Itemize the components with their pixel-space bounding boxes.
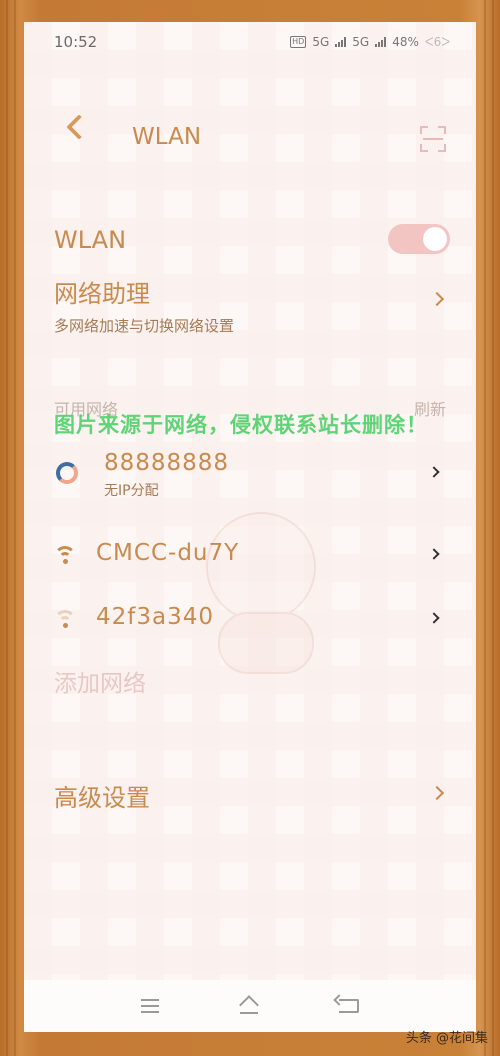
back-icon[interactable]: [339, 999, 359, 1013]
status-time: 10:52: [54, 33, 98, 51]
status-icons: HD 5G 5G 48% ᐸ6ᐳ: [290, 35, 450, 49]
watermark-text: 图片来源于网络，侵权联系站长删除！: [54, 413, 428, 437]
chevron-right-icon: [429, 785, 445, 801]
navigation-bar: [24, 980, 476, 1032]
signal-icon: [335, 37, 347, 47]
battery-icon: ᐸ6ᐳ: [424, 35, 450, 49]
wifi-weak-icon: [54, 610, 76, 628]
network-item[interactable]: 42f3a340: [54, 602, 446, 642]
network-item[interactable]: 88888888 无IP分配: [54, 450, 446, 506]
header: WLAN: [24, 98, 476, 158]
phone-screen: 10:52 HD 5G 5G 48% ᐸ6ᐳ WLAN WLAN 网络助理 多网…: [24, 22, 476, 1032]
network-type-2: 5G: [352, 35, 370, 49]
chevron-right-icon: [428, 612, 440, 624]
network-name: 42f3a340: [96, 604, 214, 630]
connecting-ring-icon: [56, 462, 78, 484]
network-name: 88888888: [104, 450, 230, 476]
menu-icon[interactable]: [141, 999, 159, 1013]
wlan-label: WLAN: [54, 226, 127, 254]
wlan-toggle[interactable]: [388, 224, 450, 254]
network-type-1: 5G: [312, 35, 330, 49]
advanced-settings-label: 高级设置: [54, 784, 150, 812]
chevron-right-icon: [428, 548, 440, 560]
home-icon[interactable]: [239, 998, 259, 1014]
page-title: WLAN: [132, 124, 202, 150]
battery-percent: 48%: [392, 35, 419, 49]
network-assistant-row[interactable]: 网络助理 多网络加速与切换网络设置: [54, 274, 446, 335]
source-credit: 头条 @花间集: [405, 1031, 488, 1046]
signal-icon-2: [375, 37, 387, 47]
chevron-right-icon: [428, 466, 440, 478]
network-item[interactable]: CMCC-du7Y: [54, 538, 446, 578]
toggle-knob: [423, 227, 447, 251]
network-assistant-title: 网络助理: [54, 280, 150, 308]
network-assistant-subtitle: 多网络加速与切换网络设置: [54, 317, 235, 335]
advanced-settings-row[interactable]: 高级设置: [54, 778, 446, 818]
scan-qr-icon[interactable]: [420, 126, 446, 152]
status-bar: 10:52 HD 5G 5G 48% ᐸ6ᐳ: [24, 22, 476, 62]
hd-icon: HD: [290, 36, 307, 48]
wifi-strong-icon: [54, 546, 76, 564]
network-status: 无IP分配: [104, 483, 159, 499]
back-arrow-icon[interactable]: [66, 114, 92, 140]
add-network-button[interactable]: 添加网络: [54, 664, 476, 698]
network-name: CMCC-du7Y: [96, 540, 240, 566]
